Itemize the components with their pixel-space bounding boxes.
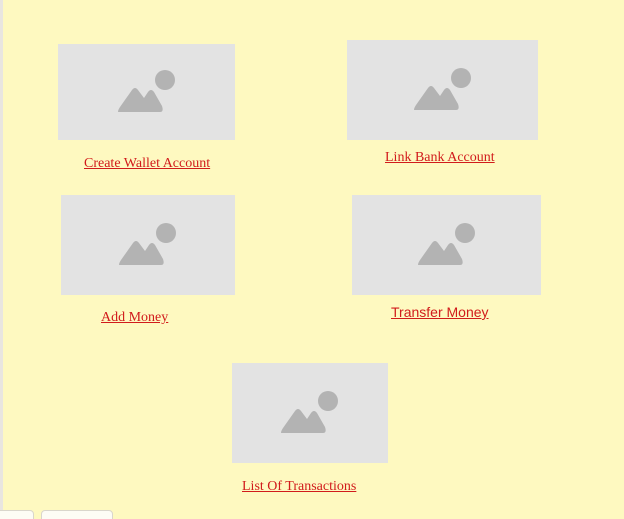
add-money-image[interactable] — [61, 195, 235, 295]
image-placeholder-icon — [281, 391, 338, 433]
left-border — [0, 0, 3, 519]
list-of-transactions-link[interactable]: List Of Transactions — [242, 479, 356, 495]
bottom-tab[interactable] — [41, 510, 113, 519]
image-placeholder-icon — [117, 70, 175, 112]
image-placeholder-icon — [417, 223, 475, 265]
transfer-money-link[interactable]: Transfer Money — [391, 304, 489, 320]
bottom-tab[interactable] — [0, 510, 34, 519]
link-bank-image[interactable] — [347, 40, 538, 140]
image-placeholder-icon — [119, 223, 176, 265]
dashboard-page: Create Wallet Account Link Bank Account … — [0, 0, 624, 519]
add-money-link[interactable]: Add Money — [101, 310, 168, 326]
image-placeholder-icon — [413, 68, 471, 110]
link-bank-account-link[interactable]: Link Bank Account — [385, 150, 495, 166]
list-of-transactions-image[interactable] — [232, 363, 388, 463]
create-wallet-account-link[interactable]: Create Wallet Account — [84, 156, 210, 172]
create-wallet-image[interactable] — [58, 44, 235, 140]
transfer-money-image[interactable] — [352, 195, 541, 295]
